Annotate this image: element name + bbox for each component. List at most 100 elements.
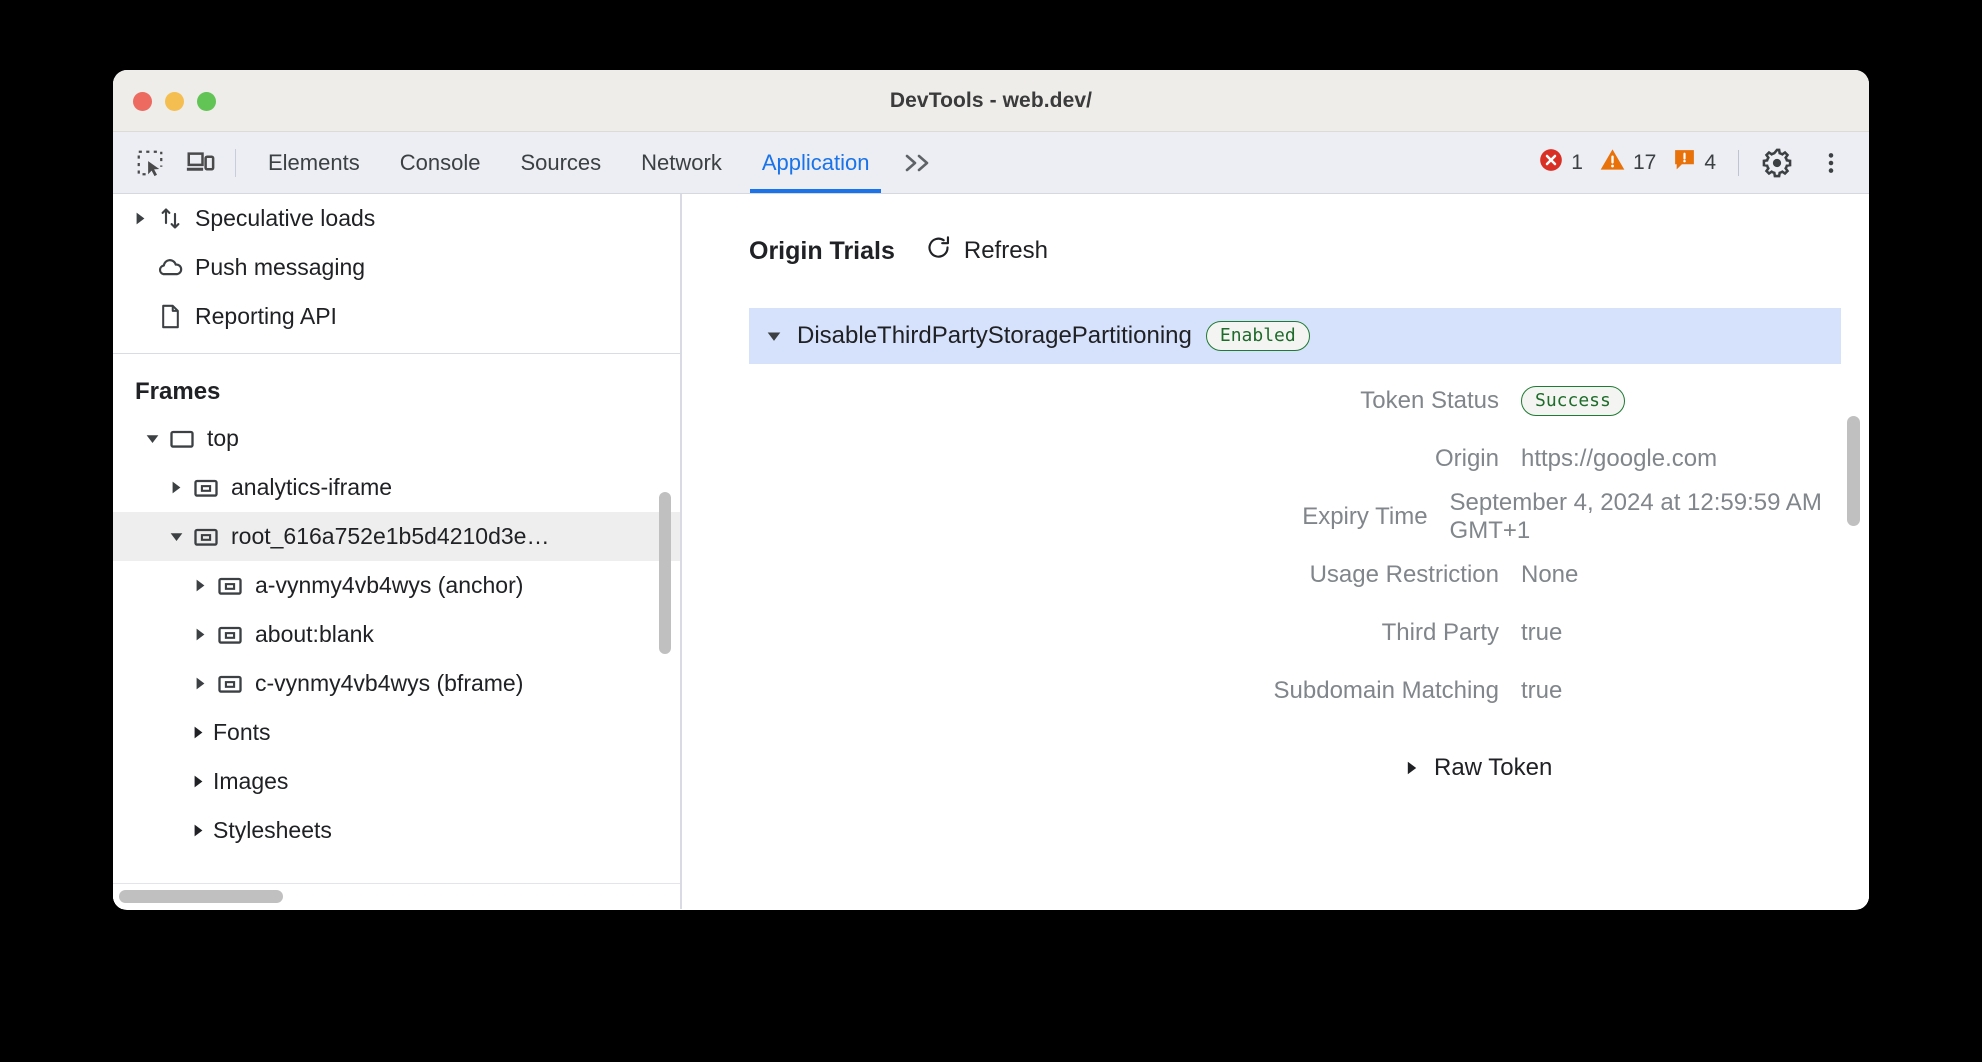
- tab-network[interactable]: Network: [621, 132, 742, 193]
- chevron-right-icon[interactable]: [185, 775, 211, 788]
- toolbar-right-group: 1 17: [1522, 143, 1869, 183]
- application-sidebar: Speculative loads Push messaging: [113, 194, 681, 909]
- chevron-right-icon[interactable]: [163, 481, 189, 494]
- sidebar-item-images[interactable]: Images: [113, 757, 680, 806]
- detail-row-expiry-time: Expiry Time September 4, 2024 at 12:59:5…: [681, 496, 1869, 538]
- chevron-right-icon[interactable]: [185, 824, 211, 837]
- chevron-right-icon[interactable]: [185, 726, 211, 739]
- sidebar-item-stylesheets[interactable]: Stylesheets: [113, 806, 680, 855]
- token-status-badge: Success: [1521, 386, 1625, 416]
- devtools-window: DevTools - web.dev/ Elements Console Sou…: [113, 70, 1869, 910]
- detail-value: true: [1521, 677, 1562, 705]
- iframe-icon: [189, 474, 223, 502]
- detail-row-usage-restriction: Usage Restriction None: [681, 554, 1869, 596]
- sidebar-item-speculative-loads[interactable]: Speculative loads: [113, 194, 680, 243]
- sidebar-item-frame-top[interactable]: top: [113, 414, 680, 463]
- raw-token-label: Raw Token: [1434, 754, 1552, 782]
- sidebar-item-frame-root[interactable]: root_616a752e1b5d4210d3e…: [113, 512, 680, 561]
- warning-count: 17: [1633, 151, 1656, 175]
- sidebar-vertical-scrollbar-thumb[interactable]: [659, 492, 671, 654]
- sidebar-item-label: Stylesheets: [211, 817, 332, 844]
- issue-count: 4: [1704, 151, 1716, 175]
- tab-elements[interactable]: Elements: [248, 132, 380, 193]
- origin-trial-header-row[interactable]: DisableThirdPartyStoragePartitioning Ena…: [749, 308, 1841, 364]
- sidebar-item-label: c-vynmy4vb4wys (bframe): [247, 670, 523, 697]
- devtools-toolbar: Elements Console Sources Network Applica…: [113, 132, 1869, 194]
- panel-header: Origin Trials Refresh: [681, 194, 1869, 268]
- origin-trials-panel: Origin Trials Refresh DisableThirdPartyS…: [681, 194, 1869, 909]
- error-count: 1: [1571, 151, 1583, 175]
- issue-counter[interactable]: 4: [1672, 147, 1716, 178]
- detail-label: Token Status: [681, 387, 1521, 415]
- detail-label: Subdomain Matching: [681, 677, 1521, 705]
- chevron-down-icon[interactable]: [139, 432, 165, 445]
- sidebar-vertical-scrollbar[interactable]: [656, 194, 674, 883]
- warning-icon: [1599, 146, 1626, 179]
- detail-label: Expiry Time: [681, 503, 1450, 531]
- sidebar-item-label: a-vynmy4vb4wys (anchor): [247, 572, 523, 599]
- sidebar-item-label: Speculative loads: [187, 205, 375, 232]
- detail-row-third-party: Third Party true: [681, 612, 1869, 654]
- sidebar-item-frame-analytics-iframe[interactable]: analytics-iframe: [113, 463, 680, 512]
- detail-label: Third Party: [681, 619, 1521, 647]
- kebab-menu-icon[interactable]: [1811, 143, 1851, 183]
- frames-tree: top analytics-iframe: [113, 414, 680, 855]
- tab-application[interactable]: Application: [742, 132, 890, 193]
- sidebar-item-label: root_616a752e1b5d4210d3e…: [223, 523, 549, 550]
- sidebar-item-label: top: [199, 425, 239, 452]
- chevron-down-icon[interactable]: [761, 329, 787, 343]
- page-title: Origin Trials: [749, 237, 895, 266]
- sidebar-item-frame-bframe[interactable]: c-vynmy4vb4wys (bframe): [113, 659, 680, 708]
- error-icon: [1538, 147, 1564, 179]
- device-toolbar-icon[interactable]: [177, 140, 223, 186]
- chevron-right-icon[interactable]: [187, 579, 213, 592]
- issue-icon: [1672, 147, 1697, 178]
- chevron-down-icon[interactable]: [163, 530, 189, 543]
- sidebar-horizontal-scrollbar[interactable]: [113, 883, 680, 909]
- inspect-element-icon[interactable]: [127, 140, 173, 186]
- sidebar-item-label: about:blank: [247, 621, 374, 648]
- chevron-right-icon[interactable]: [187, 628, 213, 641]
- sidebar-item-reporting-api[interactable]: Reporting API: [113, 292, 680, 341]
- sidebar-item-label: Reporting API: [187, 303, 337, 330]
- sidebar-item-push-messaging[interactable]: Push messaging: [113, 243, 680, 292]
- warning-counter[interactable]: 17: [1599, 146, 1656, 179]
- tab-console[interactable]: Console: [380, 132, 501, 193]
- document-icon: [153, 303, 187, 330]
- sidebar-item-frame-anchor[interactable]: a-vynmy4vb4wys (anchor): [113, 561, 680, 610]
- refresh-button[interactable]: Refresh: [925, 234, 1048, 268]
- window-titlebar: DevTools - web.dev/: [113, 70, 1869, 132]
- sidebar-top-section: Speculative loads Push messaging: [113, 194, 680, 341]
- detail-row-subdomain-matching: Subdomain Matching true: [681, 670, 1869, 712]
- error-counter[interactable]: 1: [1538, 147, 1583, 179]
- devtools-body: Speculative loads Push messaging: [113, 194, 1869, 909]
- detail-label: Origin: [681, 445, 1521, 473]
- sidebar-item-frame-about-blank[interactable]: about:blank: [113, 610, 680, 659]
- tab-sources[interactable]: Sources: [500, 132, 621, 193]
- detail-label: Usage Restriction: [681, 561, 1521, 589]
- detail-row-token-status: Token Status Success: [681, 380, 1869, 422]
- up-down-arrows-icon: [153, 205, 187, 232]
- sidebar-scroll-area[interactable]: Speculative loads Push messaging: [113, 194, 680, 883]
- toolbar-divider: [235, 149, 236, 177]
- chevron-right-icon[interactable]: [127, 212, 153, 225]
- more-tabs-chevron-icon[interactable]: [889, 152, 947, 174]
- sidebar-item-fonts[interactable]: Fonts: [113, 708, 680, 757]
- chevron-right-icon[interactable]: [1399, 761, 1425, 775]
- iframe-icon: [213, 621, 247, 649]
- gear-icon[interactable]: [1757, 143, 1797, 183]
- sidebar-horizontal-scrollbar-thumb[interactable]: [119, 890, 283, 903]
- frames-heading: Frames: [113, 354, 680, 414]
- cloud-icon: [153, 253, 187, 282]
- iframe-icon: [213, 670, 247, 698]
- panel-vertical-scrollbar-thumb[interactable]: [1847, 416, 1860, 526]
- raw-token-toggle[interactable]: Raw Token: [681, 754, 1869, 782]
- chevron-right-icon[interactable]: [187, 677, 213, 690]
- toolbar-divider-right: [1738, 150, 1739, 176]
- detail-value: https://google.com: [1521, 445, 1717, 473]
- sidebar-item-label: Push messaging: [187, 254, 365, 281]
- status-badge: Enabled: [1206, 321, 1310, 351]
- origin-trial-details: Token Status Success Origin https://goog…: [681, 380, 1869, 712]
- iframe-icon: [213, 572, 247, 600]
- detail-value: true: [1521, 619, 1562, 647]
